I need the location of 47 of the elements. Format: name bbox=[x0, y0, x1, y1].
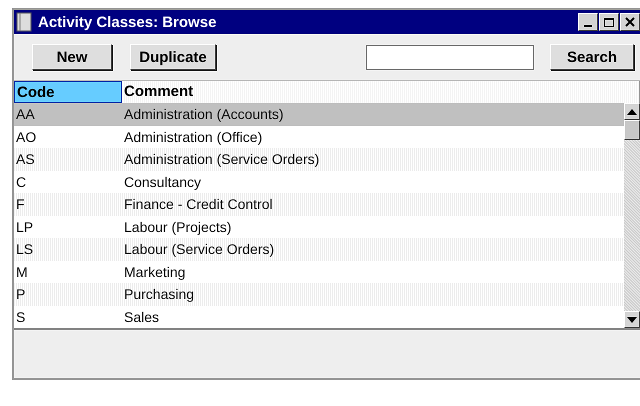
scroll-up-icon[interactable] bbox=[624, 103, 640, 120]
close-icon bbox=[625, 17, 635, 27]
minimize-button[interactable] bbox=[578, 13, 598, 31]
table-cell-text: AA bbox=[15, 106, 36, 122]
minimize-icon bbox=[584, 24, 592, 26]
table-cell-text: S bbox=[15, 308, 26, 325]
table-row[interactable]: F Finance - Credit Control bbox=[14, 193, 624, 216]
table-cell-text: LP bbox=[15, 218, 34, 235]
table-cell-text: C bbox=[15, 174, 28, 190]
maximize-icon bbox=[603, 16, 615, 28]
table-cell-text: M bbox=[15, 264, 29, 280]
table-cell-text: F bbox=[15, 196, 26, 212]
table-cell-text: Sales bbox=[123, 308, 160, 325]
table-row[interactable]: AO Administration (Office) bbox=[14, 126, 624, 148]
table-row[interactable]: S Sales bbox=[14, 306, 624, 328]
table-cell-text: Labour (Projects) bbox=[123, 218, 232, 235]
table-row[interactable]: AA Administration (Accounts) bbox=[14, 103, 624, 126]
book-icon bbox=[16, 12, 32, 32]
table-cell-text: Purchasing bbox=[123, 286, 196, 302]
table-row[interactable]: C Consultancy bbox=[14, 170, 624, 193]
table-cell-text: Finance - Credit Control bbox=[123, 196, 274, 212]
table-cell-text: AS bbox=[15, 151, 36, 168]
table-cell-text: Marketing bbox=[123, 264, 186, 280]
scrollbar[interactable] bbox=[624, 103, 640, 328]
table-cell-text: Consultancy bbox=[123, 174, 202, 190]
scroll-thumb[interactable] bbox=[624, 120, 640, 140]
table-row[interactable]: LP Labour (Projects) bbox=[14, 216, 624, 238]
table-cell-text: Administration (Office) bbox=[123, 128, 264, 145]
maximize-button[interactable] bbox=[599, 13, 619, 31]
table-row[interactable]: LS Labour (Service Orders) bbox=[14, 238, 624, 260]
table-row[interactable]: M Marketing bbox=[14, 260, 624, 283]
close-button[interactable] bbox=[620, 13, 640, 31]
table-cell-text: Administration (Accounts) bbox=[123, 106, 285, 122]
table-row[interactable]: AS Administration (Service Orders) bbox=[14, 148, 624, 170]
table-row[interactable]: P Purchasing bbox=[14, 283, 624, 306]
table-cell-text: Administration (Service Orders) bbox=[123, 151, 320, 168]
table-cell-text: LS bbox=[15, 241, 34, 258]
search-field[interactable] bbox=[366, 44, 534, 70]
scroll-down-icon[interactable] bbox=[624, 311, 640, 328]
table-cell-text: P bbox=[15, 286, 26, 302]
duplicate-button[interactable]: Duplicate bbox=[130, 44, 216, 70]
column-header[interactable]: Code bbox=[14, 81, 122, 103]
window-title: Activity Classes: Browse bbox=[38, 14, 218, 30]
new-button[interactable]: New bbox=[32, 44, 112, 70]
table-cell-text: Labour (Service Orders) bbox=[123, 241, 276, 258]
table-cell-text: AO bbox=[15, 128, 38, 145]
search-button[interactable]: Search bbox=[550, 44, 634, 70]
